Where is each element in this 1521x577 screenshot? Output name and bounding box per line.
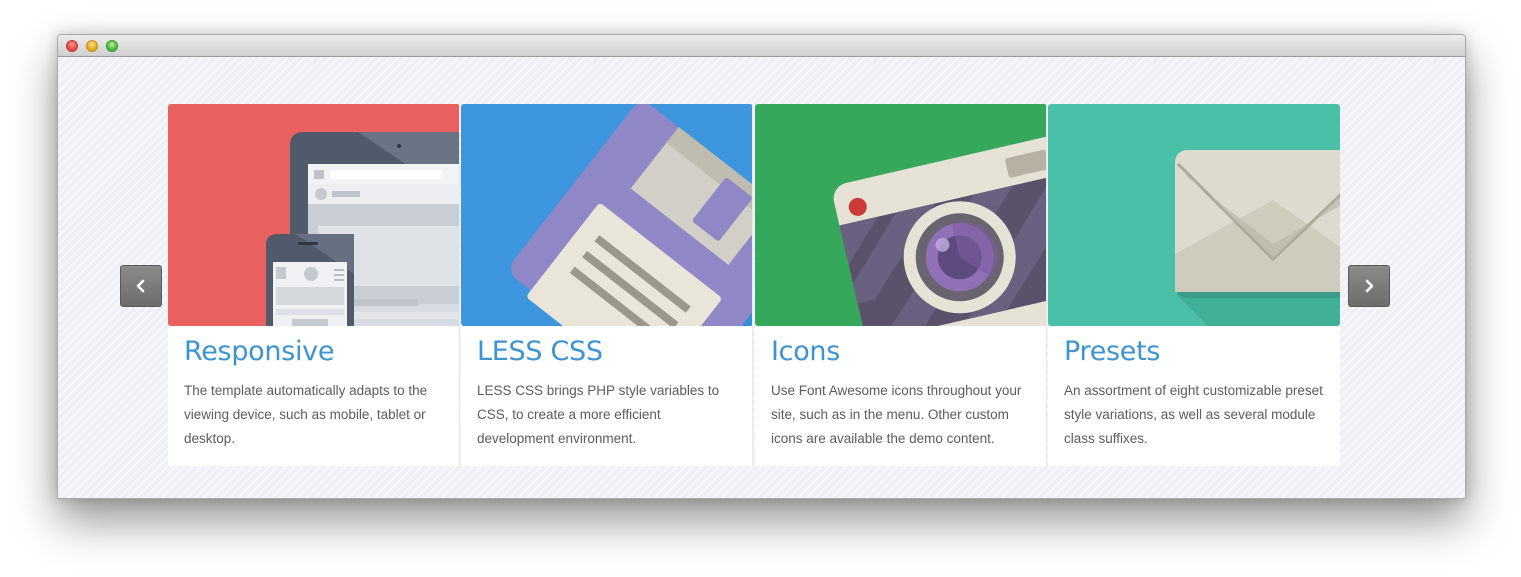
card-description: An assortment of eight customizable pres…: [1064, 383, 1323, 446]
browser-window: Responsive The template automatically ad…: [57, 34, 1466, 499]
feature-card-responsive[interactable]: Responsive The template automatically ad…: [168, 104, 460, 466]
card-image-icons: [755, 104, 1046, 326]
card-title[interactable]: Responsive: [184, 336, 334, 367]
feature-card-presets[interactable]: Presets An assortment of eight customiza…: [1048, 104, 1340, 466]
card-title[interactable]: Icons: [771, 336, 840, 367]
chevron-left-icon: [136, 279, 145, 293]
carousel-prev-button[interactable]: [120, 265, 162, 307]
card-description: LESS CSS brings PHP style variables to C…: [477, 383, 720, 446]
envelope-illustration: [1048, 104, 1340, 326]
card-description: Use Font Awesome icons throughout your s…: [771, 383, 1022, 446]
card-image-less-css: [461, 104, 752, 326]
card-image-responsive: [168, 104, 459, 326]
window-titlebar: [58, 35, 1465, 57]
close-window-button[interactable]: [66, 40, 78, 52]
card-description: The template automatically adapts to the…: [184, 383, 428, 446]
floppy-disk-illustration: [461, 104, 752, 326]
card-title[interactable]: Presets: [1064, 336, 1160, 367]
feature-card-icons[interactable]: Icons Use Font Awesome icons throughout …: [755, 104, 1047, 466]
camera-illustration: [755, 104, 1046, 326]
chevron-right-icon: [1365, 279, 1374, 293]
zoom-window-button[interactable]: [106, 40, 118, 52]
feature-card-less-css[interactable]: LESS CSS LESS CSS brings PHP style varia…: [461, 104, 753, 466]
devices-illustration: [168, 104, 459, 326]
page-content: Responsive The template automatically ad…: [58, 57, 1465, 498]
carousel-next-button[interactable]: [1348, 265, 1390, 307]
card-title[interactable]: LESS CSS: [477, 336, 603, 367]
card-image-presets: [1048, 104, 1340, 326]
minimize-window-button[interactable]: [86, 40, 98, 52]
